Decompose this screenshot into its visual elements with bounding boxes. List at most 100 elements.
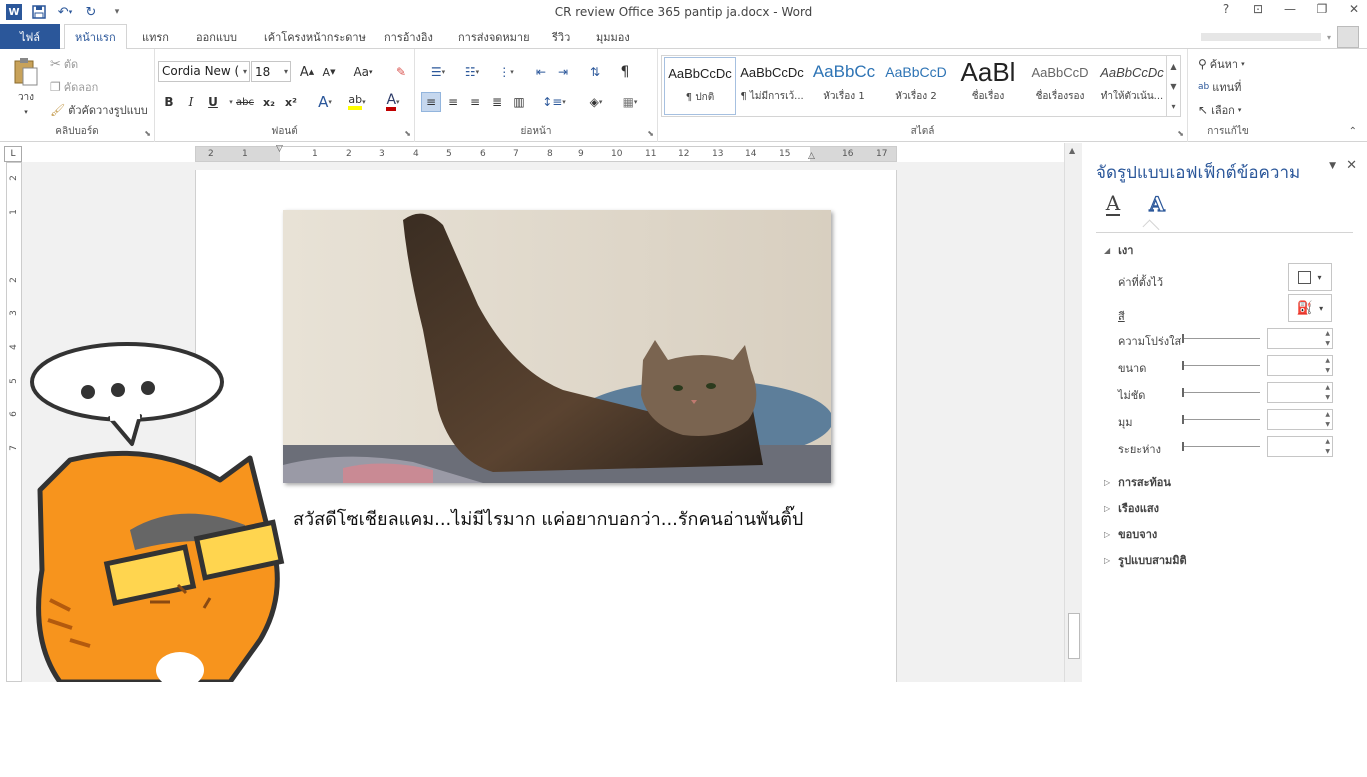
style-no-spacing[interactable]: AaBbCcDc ¶ ไม่มีการเว้... — [736, 57, 808, 115]
paste-button[interactable]: วาง ▾ — [10, 57, 42, 116]
scroll-up-icon[interactable]: ▲ — [1069, 146, 1075, 155]
numbering-icon[interactable]: ☷ ▾ — [457, 62, 487, 82]
superscript-button[interactable]: x² — [281, 92, 301, 112]
italic-button[interactable]: I — [181, 92, 201, 112]
line-spacing-icon[interactable]: ↕≡ ▾ — [539, 92, 569, 112]
style-heading-2[interactable]: AaBbCcD หัวเรื่อง 2 — [880, 57, 952, 115]
angle-spinner[interactable]: ▲ ▼ — [1267, 409, 1333, 430]
gallery-more-icon[interactable]: ▾ — [1171, 102, 1175, 111]
replace-button[interactable]: ab แทนที่ — [1198, 78, 1241, 96]
distance-spinner[interactable]: ▲ ▼ — [1267, 436, 1333, 457]
close-button[interactable]: ✕ — [1345, 2, 1363, 16]
blur-spinner[interactable]: ▲ ▼ — [1267, 382, 1333, 403]
find-button[interactable]: ⚲ ค้นหา ▾ — [1198, 55, 1245, 73]
reflection-section-header[interactable]: ▷ การสะท้อน — [1104, 473, 1171, 491]
font-name-combo[interactable]: Cordia New (เนื ▾ — [158, 61, 250, 82]
text-fill-outline-icon[interactable]: A — [1100, 191, 1126, 217]
blur-slider[interactable] — [1182, 388, 1260, 397]
cut-button[interactable]: ✂ ตัด — [50, 55, 78, 73]
style-heading-1[interactable]: AaBbCc หัวเรื่อง 1 — [808, 57, 880, 115]
bullets-icon[interactable]: ☰ ▾ — [423, 62, 453, 82]
tab-view[interactable]: มุมมอง — [586, 24, 640, 49]
glow-section-header[interactable]: ▷ เรืองแสง — [1104, 499, 1159, 517]
copy-button[interactable]: ❐ คัดลอก — [50, 78, 98, 96]
highlight-button[interactable]: ab ▾ — [343, 92, 371, 112]
shadow-presets-button[interactable]: ▾ — [1288, 263, 1332, 291]
tab-references[interactable]: การอ้างอิง — [374, 24, 443, 49]
horizontal-ruler[interactable]: 2 1 1 2 3 4 5 6 7 8 9 10 11 12 13 14 15 … — [195, 144, 897, 162]
scrollbar-thumb[interactable] — [1068, 613, 1080, 659]
tab-home[interactable]: หน้าแรก — [64, 24, 127, 50]
shadow-color-button[interactable]: ⛽ ▾ — [1288, 294, 1332, 322]
show-marks-icon[interactable]: ¶ — [615, 62, 635, 82]
collapse-ribbon-icon[interactable]: ⌃ — [1349, 126, 1357, 137]
style-title[interactable]: AaBl ชื่อเรื่อง — [952, 57, 1024, 115]
cat-photo[interactable] — [283, 210, 831, 483]
document-paragraph[interactable]: สวัสดีโซเชียลแคม...ไม่มีไรมาก แค่อยากบอก… — [293, 504, 803, 533]
paragraph-launcher-icon[interactable]: ⬊ — [647, 129, 654, 138]
distance-slider[interactable] — [1182, 442, 1260, 451]
right-indent-marker[interactable]: △ — [808, 151, 815, 161]
align-center-icon[interactable]: ≡ — [443, 92, 463, 112]
ribbon-display-icon[interactable]: ⊡ — [1249, 2, 1267, 16]
size-slider[interactable] — [1182, 361, 1260, 370]
increase-indent-icon[interactable]: ⇥ — [553, 62, 573, 82]
change-case-button[interactable]: Aa ▾ — [348, 62, 378, 82]
sort-icon[interactable]: ⇅ — [585, 62, 605, 82]
help-icon[interactable]: ? — [1217, 2, 1235, 16]
gallery-down-icon[interactable]: ▼ — [1170, 82, 1176, 91]
styles-launcher-icon[interactable]: ⬊ — [1177, 129, 1184, 138]
tab-mailings[interactable]: การส่งจดหมาย — [448, 24, 540, 49]
font-size-combo[interactable]: 18 ▾ — [251, 61, 291, 82]
clear-formatting-icon[interactable]: ✎ — [391, 62, 411, 82]
pane-close-icon[interactable]: ✕ — [1346, 158, 1357, 173]
soft-edges-section-header[interactable]: ▷ ขอบจาง — [1104, 525, 1157, 543]
font-color-button[interactable]: A ▾ — [379, 92, 407, 112]
transparency-spinner[interactable]: ▲ ▼ — [1267, 328, 1333, 349]
bold-button[interactable]: B — [159, 92, 179, 112]
style-subtle-emphasis[interactable]: AaBbCcDc ทำให้ตัวเน้น... — [1096, 57, 1168, 115]
avatar[interactable] — [1337, 26, 1359, 48]
shadow-section-header[interactable]: ◢ เงา — [1104, 241, 1133, 259]
user-account[interactable]: ▾ — [1200, 26, 1359, 48]
vertical-scrollbar[interactable]: ▲ — [1064, 143, 1082, 682]
decrease-indent-icon[interactable]: ⇤ — [531, 62, 551, 82]
first-line-indent-marker[interactable]: ▽ — [276, 144, 283, 154]
shrink-font-button[interactable]: A ▼ — [319, 62, 339, 82]
angle-slider[interactable] — [1182, 415, 1260, 424]
tab-layout[interactable]: เค้าโครงหน้ากระดาษ — [254, 24, 376, 49]
text-effects-button[interactable]: A ▾ — [311, 92, 339, 112]
text-effects-icon[interactable]: A — [1144, 191, 1170, 217]
grow-font-button[interactable]: A ▲ — [297, 62, 317, 82]
subscript-button[interactable]: x₂ — [259, 92, 279, 112]
size-spinner[interactable]: ▲ ▼ — [1267, 355, 1333, 376]
pane-options-icon[interactable]: ▼ — [1329, 161, 1336, 171]
underline-button[interactable]: U — [203, 92, 223, 112]
3d-format-section-header[interactable]: ▷ รูปแบบสามมิติ — [1104, 551, 1187, 569]
strikethrough-button[interactable]: abc — [235, 92, 255, 112]
vertical-ruler[interactable]: 2 1 2 3 4 5 6 7 — [6, 162, 22, 682]
format-painter-button[interactable]: 🖌 ตัวคัดวางรูปแบบ — [50, 101, 148, 119]
thai-distribute-icon[interactable]: ▥ — [509, 92, 529, 112]
align-left-icon[interactable]: ≡ — [421, 92, 441, 112]
transparency-slider[interactable] — [1182, 334, 1260, 343]
font-launcher-icon[interactable]: ⬊ — [404, 129, 411, 138]
multilevel-list-icon[interactable]: ⋮ ▾ — [491, 62, 521, 82]
document-page[interactable]: สวัสดีโซเชียลแคม...ไม่มีไรมาก แค่อยากบอก… — [195, 170, 897, 682]
select-button[interactable]: ↖ เลือก ▾ — [1198, 101, 1241, 119]
minimize-button[interactable]: — — [1281, 2, 1299, 16]
styles-gallery-scroll[interactable]: ▲ ▼ ▾ — [1166, 56, 1180, 116]
tab-review[interactable]: รีวิว — [542, 24, 580, 49]
style-subtitle[interactable]: AaBbCcD ชื่อเรื่องรอง — [1024, 57, 1096, 115]
style-normal[interactable]: AaBbCcDc ¶ ปกติ — [664, 57, 736, 115]
tab-selector[interactable]: L — [4, 146, 22, 162]
gallery-up-icon[interactable]: ▲ — [1170, 62, 1176, 71]
maximize-button[interactable]: ❐ — [1313, 2, 1331, 16]
shading-icon[interactable]: ◈ ▾ — [581, 92, 611, 112]
justify-icon[interactable]: ≣ — [487, 92, 507, 112]
tab-insert[interactable]: แทรก — [132, 24, 179, 49]
borders-icon[interactable]: ▦ ▾ — [615, 92, 645, 112]
tab-design[interactable]: ออกแบบ — [186, 24, 247, 49]
tab-file[interactable]: ไฟล์ — [0, 24, 60, 49]
align-right-icon[interactable]: ≡ — [465, 92, 485, 112]
